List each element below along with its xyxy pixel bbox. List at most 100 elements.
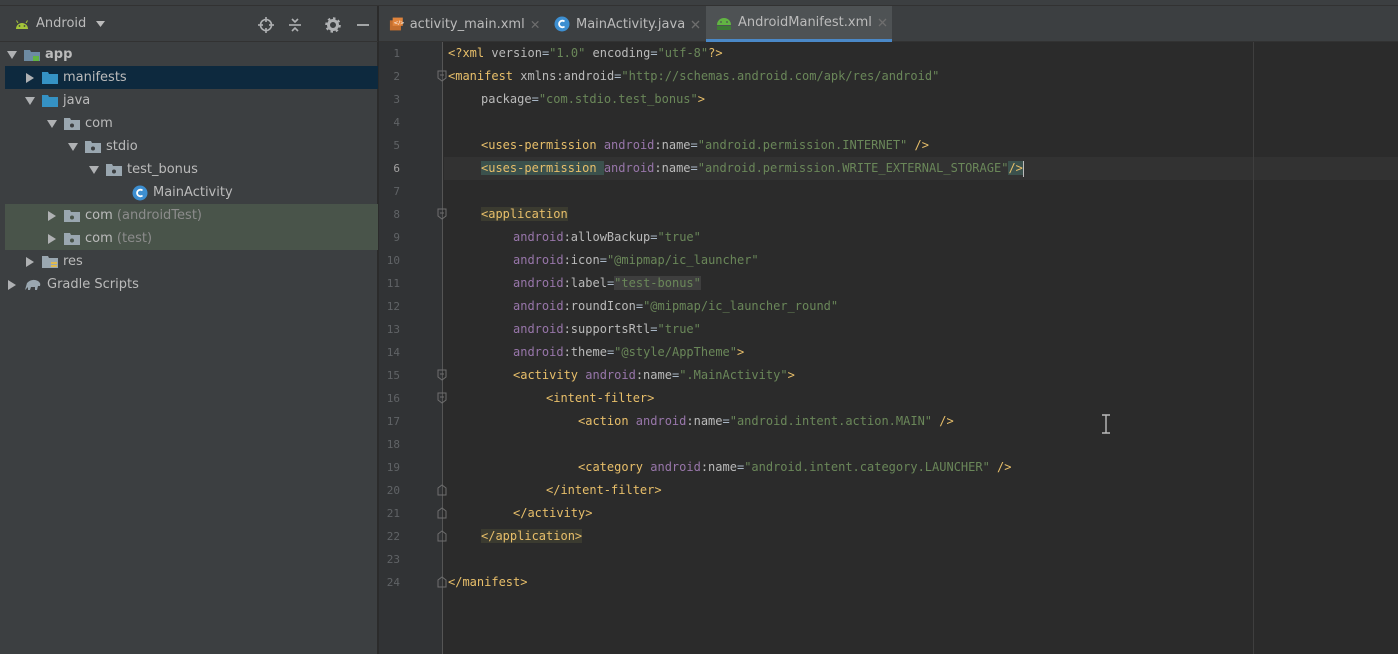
tab-androidmanifest-xml[interactable]: AndroidManifest.xml	[706, 6, 892, 42]
crosshair-icon	[258, 17, 274, 33]
tree-item-com-test[interactable]: com (test)	[5, 227, 378, 250]
line-number: 12	[386, 300, 400, 313]
line-number-current: 6	[393, 162, 400, 175]
line-number: 19	[386, 461, 400, 474]
tree-item-label: MainActivity	[153, 185, 233, 200]
project-settings-button[interactable]	[324, 16, 342, 34]
code-line[interactable]: package="com.stdio.test_bonus">	[481, 88, 705, 111]
expanded-arrow-icon[interactable]	[87, 163, 101, 177]
code-line[interactable]: <application	[481, 203, 568, 226]
code-line[interactable]: </manifest>	[448, 571, 527, 594]
tree-item-scope-suffix: (test)	[116, 231, 153, 246]
code-line-current[interactable]: <uses-permission android:name="android.p…	[481, 157, 1024, 180]
tree-item-test-bonus[interactable]: test_bonus	[5, 158, 378, 181]
tree-item-com[interactable]: com	[5, 112, 378, 135]
tab-label: MainActivity.java	[576, 16, 686, 32]
editor-gutter[interactable]: 1 2 3 4 5 6 7 8 9 10 11 12 13 14 15 16 1…	[379, 42, 447, 654]
tree-item-label: manifests	[63, 70, 127, 85]
collapse-all-button[interactable]	[286, 16, 304, 34]
tree-item-com-androidtest[interactable]: com (androidTest)	[5, 204, 378, 227]
tree-item-mainactivity[interactable]: MainActivity	[5, 181, 378, 204]
java-class-icon	[132, 185, 148, 200]
tree-item-label: com	[85, 231, 113, 246]
line-number: 24	[386, 576, 400, 589]
code-line[interactable]: <uses-permission android:name="android.p…	[481, 134, 929, 157]
project-view-selector[interactable]: Android	[14, 16, 106, 31]
code-line[interactable]: <intent-filter>	[546, 387, 654, 410]
tree-item-manifests[interactable]: manifests	[5, 66, 378, 89]
collapse-all-icon	[289, 18, 301, 32]
code-line[interactable]: android:theme="@style/AppTheme">	[513, 341, 744, 364]
tab-activity-main-xml[interactable]: </> activity_main.xml	[379, 6, 539, 42]
expanded-arrow-icon[interactable]	[45, 117, 59, 131]
code-line[interactable]: <category android:name="android.intent.c…	[578, 456, 1012, 479]
package-icon	[64, 233, 80, 245]
project-view-label: Android	[36, 16, 87, 31]
code-editor[interactable]: <?xml version="1.0" encoding="utf-8"?> <…	[444, 42, 1398, 654]
tree-item-res[interactable]: res	[5, 250, 378, 273]
line-number: 5	[393, 139, 400, 152]
expanded-arrow-icon[interactable]	[66, 140, 80, 154]
code-line[interactable]: <manifest xmlns:android="http://schemas.…	[448, 65, 939, 88]
tree-item-label: stdio	[106, 139, 138, 154]
java-class-icon	[554, 16, 570, 32]
line-number: 16	[386, 392, 400, 405]
line-number: 10	[386, 254, 400, 267]
folder-icon	[42, 95, 58, 107]
locate-file-button[interactable]	[257, 16, 275, 34]
collapsed-arrow-icon[interactable]	[45, 209, 59, 223]
project-header: Android	[0, 6, 378, 42]
collapsed-arrow-icon[interactable]	[23, 71, 37, 85]
tree-item-stdio[interactable]: stdio	[5, 135, 378, 158]
tab-mainactivity-java[interactable]: MainActivity.java	[544, 6, 704, 42]
tree-item-app[interactable]: app	[5, 43, 378, 66]
line-number: 17	[386, 415, 400, 428]
expanded-arrow-icon[interactable]	[23, 94, 37, 108]
code-line[interactable]: </intent-filter>	[546, 479, 662, 502]
hide-tool-window-button[interactable]	[354, 16, 372, 34]
line-number: 23	[386, 553, 400, 566]
collapsed-arrow-icon[interactable]	[5, 278, 19, 292]
package-icon	[64, 210, 80, 222]
line-number: 21	[386, 507, 400, 520]
line-number: 22	[386, 530, 400, 543]
code-line[interactable]: <action android:name="android.intent.act…	[578, 410, 954, 433]
close-icon[interactable]	[691, 20, 700, 29]
line-number: 11	[386, 277, 400, 290]
code-line[interactable]: android:label="test-bonus"	[513, 272, 701, 295]
package-icon	[64, 118, 80, 130]
tree-item-gradle-scripts[interactable]: Gradle Scripts	[5, 273, 378, 296]
code-line[interactable]: android:allowBackup="true"	[513, 226, 701, 249]
collapsed-arrow-icon[interactable]	[23, 255, 37, 269]
code-line[interactable]: android:roundIcon="@mipmap/ic_launcher_r…	[513, 295, 838, 318]
tree-item-label: java	[63, 93, 91, 108]
editor-tabs: </> activity_main.xml MainActivity.java …	[379, 6, 1398, 42]
expanded-arrow-icon[interactable]	[5, 48, 19, 62]
text-cursor-icon	[1102, 414, 1110, 434]
line-number: 18	[386, 438, 400, 451]
line-number: 2	[393, 70, 400, 83]
code-line[interactable]: </activity>	[513, 502, 592, 525]
code-line[interactable]: </application>	[481, 525, 583, 548]
package-icon	[106, 164, 122, 176]
close-icon[interactable]	[878, 18, 887, 27]
code-line[interactable]: <?xml version="1.0" encoding="utf-8"?>	[448, 42, 723, 65]
line-number: 3	[393, 93, 400, 106]
res-folder-icon	[42, 256, 58, 268]
code-line[interactable]: android:supportsRtl="true"	[513, 318, 701, 341]
gear-icon	[325, 17, 341, 33]
code-line[interactable]: android:icon="@mipmap/ic_launcher"	[513, 249, 759, 272]
tree-item-java[interactable]: java	[5, 89, 378, 112]
minimize-icon	[357, 24, 369, 26]
tree-item-label: com	[85, 208, 113, 223]
android-icon	[16, 19, 28, 29]
line-number: 14	[386, 346, 400, 359]
module-icon	[24, 50, 40, 61]
tab-label: AndroidManifest.xml	[738, 15, 872, 30]
close-icon[interactable]	[531, 20, 539, 29]
gradle-icon	[25, 279, 41, 290]
code-line[interactable]: <activity android:name=".MainActivity">	[513, 364, 795, 387]
collapsed-arrow-icon[interactable]	[45, 232, 59, 246]
tree-item-label: Gradle Scripts	[47, 277, 139, 292]
manifest-icon	[717, 17, 731, 30]
